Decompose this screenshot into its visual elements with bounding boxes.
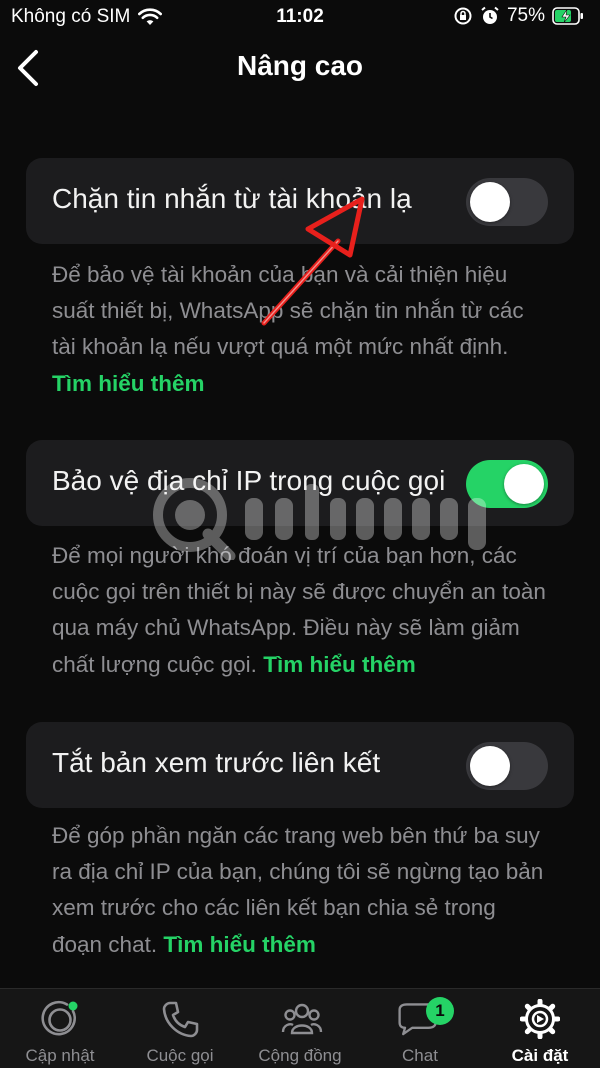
tab-bar: Cập nhật Cuộc gọi Cộng đồng 1 Chat Cài đ…	[0, 988, 600, 1068]
annotation-arrow	[261, 196, 365, 326]
watermark-logo	[153, 478, 486, 560]
orientation-lock-icon	[454, 7, 472, 25]
community-icon	[281, 1003, 323, 1035]
setting-description-link-previews: Để góp phần ngăn các trang web bên thứ b…	[52, 823, 544, 957]
tab-community[interactable]: Cộng đồng	[240, 989, 360, 1068]
nav-bar: Nâng cao	[0, 36, 600, 98]
block-unknown-accounts-toggle[interactable]	[466, 178, 548, 226]
battery-charging-icon	[552, 7, 583, 25]
status-bar: Không có SIM 11:02 75%	[0, 0, 600, 36]
battery-percent: 75%	[506, 5, 545, 26]
phone-icon	[162, 1001, 199, 1038]
setting-disable-link-previews: Tắt bản xem trước liên kết	[26, 722, 574, 808]
toggle-knob	[470, 746, 510, 786]
tab-chat[interactable]: 1 Chat	[360, 989, 480, 1068]
updates-icon	[41, 1000, 78, 1036]
setting-label-link-previews: Tắt bản xem trước liên kết	[52, 747, 381, 778]
settings-gear-icon	[520, 999, 560, 1039]
learn-more-link[interactable]: Tìm hiểu thêm	[52, 371, 205, 396]
tab-updates[interactable]: Cập nhật	[0, 989, 120, 1068]
page-title: Nâng cao	[236, 50, 364, 81]
toggle-knob	[470, 182, 510, 222]
chat-unread-badge: 1	[426, 997, 454, 1025]
learn-more-link[interactable]: Tìm hiểu thêm	[263, 652, 416, 677]
disable-link-previews-toggle[interactable]	[466, 742, 548, 790]
learn-more-link[interactable]: Tìm hiểu thêm	[163, 932, 316, 957]
tab-calls[interactable]: Cuộc gọi	[120, 989, 240, 1068]
alarm-icon	[481, 6, 499, 24]
tab-settings[interactable]: Cài đặt	[480, 989, 600, 1068]
